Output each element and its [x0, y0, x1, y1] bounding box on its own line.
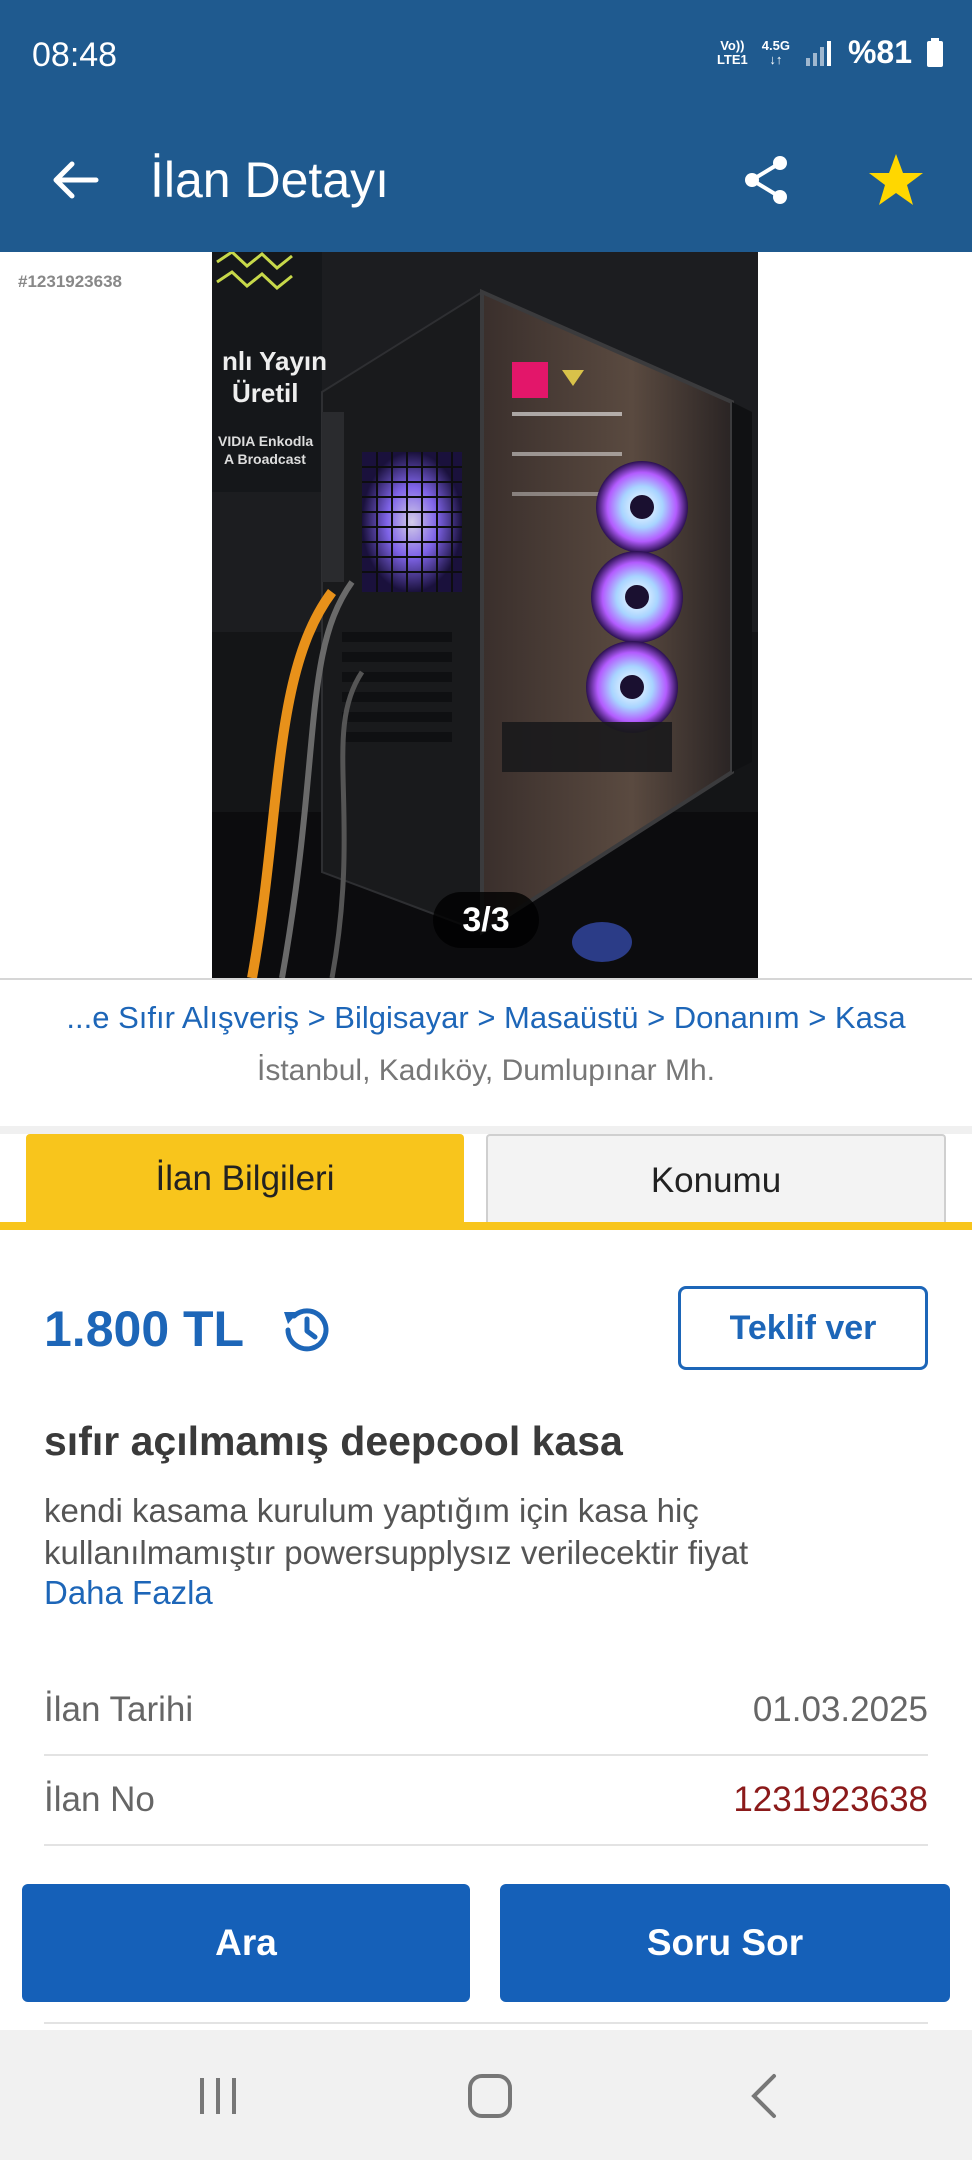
back-arrow-icon	[53, 161, 99, 199]
battery-icon	[927, 37, 943, 67]
home-button[interactable]	[450, 2064, 530, 2128]
favorite-button[interactable]	[858, 140, 934, 220]
breadcrumb-item-home[interactable]: ...e Sıfır Alışveriş	[66, 1000, 299, 1035]
app-bar: İlan Detayı	[0, 112, 972, 252]
section-separator	[0, 1126, 972, 1134]
call-button[interactable]: Ara	[22, 1884, 470, 2002]
poster-text-line3: VIDIA Enkodla	[218, 433, 313, 449]
battery-percent: %81	[847, 34, 912, 70]
pc-case-image: nlı Yayın Üretil VIDIA Enkodla A Broadca…	[212, 252, 758, 978]
breadcrumb-item-masaustu[interactable]: Masaüstü	[504, 1000, 638, 1035]
listing-location: İstanbul, Kadıköy, Dumlupınar Mh.	[257, 1054, 715, 1087]
poster-text-line4: A Broadcast	[224, 451, 306, 467]
status-time: 08:48	[32, 36, 118, 74]
gallery-divider	[0, 978, 972, 980]
ad-id-tag: #1231923638	[18, 272, 123, 291]
detail-row-id: İlan No 1231923638	[44, 1756, 928, 1846]
star-icon	[869, 154, 923, 205]
home-icon	[468, 2074, 512, 2118]
tab-ilan-bilgileri[interactable]: İlan Bilgileri	[26, 1134, 464, 1224]
action-bar: Ara Soru Sor	[0, 1884, 972, 2024]
photo-counter: 3/3	[433, 892, 539, 948]
detail-label: İlan Tarihi	[44, 1690, 194, 1729]
listing-title: sıfır açılmamış deepcool kasa	[44, 1418, 623, 1464]
back-button[interactable]	[40, 140, 110, 220]
breadcrumb: ...e Sıfır Alışveriş > Bilgisayar > Masa…	[0, 1000, 972, 1036]
share-icon	[745, 156, 787, 204]
tab-underline	[0, 1222, 972, 1230]
breadcrumb-item-kasa[interactable]: Kasa	[835, 1000, 906, 1035]
detail-value: 1231923638	[733, 1780, 928, 1819]
breadcrumb-item-donanim[interactable]: Donanım	[674, 1000, 800, 1035]
make-offer-button[interactable]: Teklif ver	[678, 1286, 928, 1370]
lte-label: LTE1	[716, 51, 748, 67]
ask-question-button[interactable]: Soru Sor	[500, 1884, 950, 2002]
detail-value: 01.03.2025	[752, 1690, 928, 1729]
breadcrumb-item-bilgisayar[interactable]: Bilgisayar	[334, 1000, 468, 1035]
detail-label: İlan No	[44, 1780, 155, 1819]
system-nav-bar	[0, 2030, 972, 2160]
signal-icon	[805, 40, 831, 66]
network-indicator: Vo)) LTE1	[716, 37, 748, 67]
detail-row-date: İlan Tarihi 01.03.2025	[44, 1666, 928, 1756]
net-type-indicator: 4.5G ↓↑	[761, 37, 790, 67]
price-history-icon[interactable]	[278, 1302, 334, 1358]
status-icons: Vo)) LTE1 4.5G ↓↑ %81	[717, 34, 944, 71]
breadcrumb-separator: >	[647, 1000, 674, 1035]
net-type-label: 4.5G	[761, 37, 790, 53]
listing-photo[interactable]: nlı Yayın Üretil VIDIA Enkodla A Broadca…	[212, 252, 758, 978]
tab-konumu[interactable]: Konumu	[486, 1134, 946, 1224]
status-bar: 08:48 Vo)) LTE1 4.5G ↓↑ %81	[0, 0, 972, 112]
read-more-link[interactable]: Daha Fazla	[44, 1574, 213, 1612]
share-button[interactable]	[728, 140, 804, 220]
back-chevron-icon	[751, 2074, 776, 2118]
poster-text-line1: nlı Yayın	[222, 346, 327, 376]
breadcrumb-separator: >	[808, 1000, 835, 1035]
back-nav-button[interactable]	[724, 2064, 804, 2128]
recent-apps-button[interactable]	[178, 2064, 258, 2128]
detail-divider	[44, 2022, 928, 2024]
page-title: İlan Detayı	[150, 152, 390, 208]
listing-price: 1.800 TL	[44, 1301, 245, 1357]
breadcrumb-separator: >	[477, 1000, 505, 1035]
poster-text-line2: Üretil	[232, 378, 298, 408]
data-arrows-icon: ↓↑	[769, 51, 783, 67]
volte-label: Vo))	[720, 37, 745, 53]
recent-apps-icon	[200, 2078, 236, 2114]
listing-description: kendi kasama kurulum yaptığım için kasa …	[44, 1492, 749, 1571]
breadcrumb-separator: >	[307, 1000, 335, 1035]
photo-gallery[interactable]: #1231923638 nlı Yayın Üretil VIDIA Enkod…	[0, 252, 972, 978]
